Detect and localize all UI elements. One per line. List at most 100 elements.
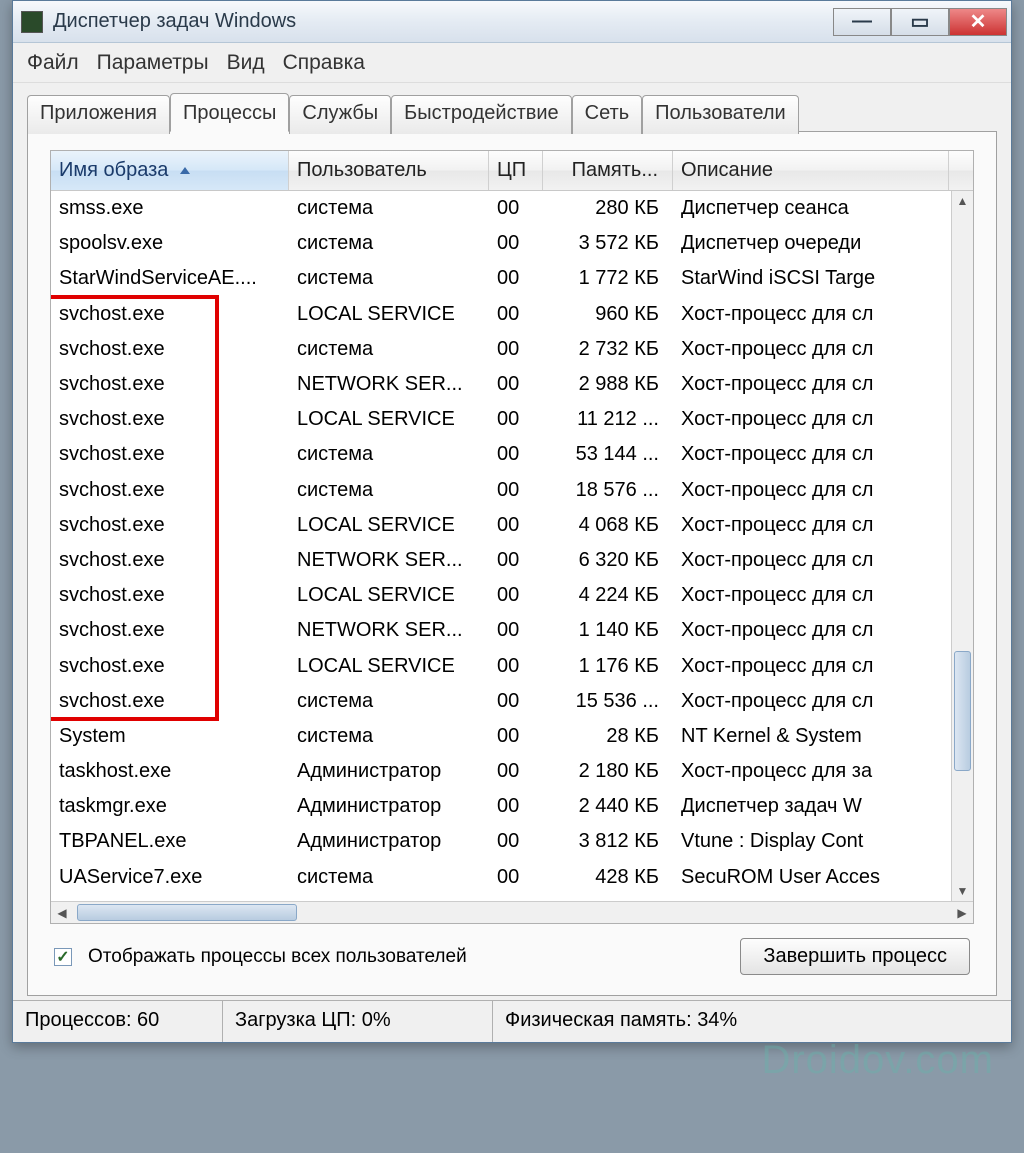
cell-user: система <box>289 866 489 889</box>
cell-memory: 15 536 ... <box>543 690 673 713</box>
cell-description: Vtune : Display Cont <box>673 830 949 853</box>
cell-memory: 53 144 ... <box>543 443 673 466</box>
vertical-scrollbar[interactable]: ▲ ▼ <box>951 191 973 901</box>
column-header-user[interactable]: Пользователь <box>289 151 489 190</box>
status-processes: Процессов: 60 <box>13 1001 223 1042</box>
table-body: ▲ ▼ smss.exeсистема00280 КБДиспетчер сеа… <box>51 191 973 901</box>
cell-user: система <box>289 197 489 220</box>
cell-description: Хост-процесс для сл <box>673 584 949 607</box>
cell-cpu: 00 <box>489 549 543 572</box>
maximize-button[interactable]: ▭ <box>891 8 949 36</box>
vertical-scroll-thumb[interactable] <box>954 651 971 771</box>
scroll-left-icon[interactable]: ◀ <box>51 906 73 920</box>
cell-description: Хост-процесс для сл <box>673 338 949 361</box>
table-row[interactable]: UAService7.exeсистема00428 КБSecuROM Use… <box>51 860 973 895</box>
cell-description: Хост-процесс для сл <box>673 373 949 396</box>
close-button[interactable]: ✕ <box>949 8 1007 36</box>
scroll-up-icon[interactable]: ▲ <box>952 191 973 211</box>
menubar: Файл Параметры Вид Справка <box>13 43 1011 83</box>
table-row[interactable]: svchost.exeсистема0053 144 ...Хост-проце… <box>51 437 973 472</box>
menu-options[interactable]: Параметры <box>97 51 209 75</box>
cell-description: StarWind iSCSI Targe <box>673 267 949 290</box>
horizontal-scroll-thumb[interactable] <box>77 904 297 921</box>
tab-applications[interactable]: Приложения <box>27 95 170 134</box>
cell-memory: 11 212 ... <box>543 408 673 431</box>
column-header-memory[interactable]: Память... <box>543 151 673 190</box>
table-row[interactable]: taskmgr.exeАдминистратор002 440 КБДиспет… <box>51 789 973 824</box>
menu-file[interactable]: Файл <box>27 51 79 75</box>
end-process-button[interactable]: Завершить процесс <box>740 938 970 975</box>
cell-memory: 18 576 ... <box>543 479 673 502</box>
cell-cpu: 00 <box>489 795 543 818</box>
cell-name: System <box>51 725 289 748</box>
sort-ascending-icon <box>180 167 190 174</box>
table-row[interactable]: svchost.exeLOCAL SERVICE004 068 КБХост-п… <box>51 508 973 543</box>
scroll-right-icon[interactable]: ▶ <box>951 906 973 920</box>
cell-cpu: 00 <box>489 479 543 502</box>
cell-memory: 4 224 КБ <box>543 584 673 607</box>
cell-user: система <box>289 267 489 290</box>
cell-cpu: 00 <box>489 830 543 853</box>
menu-view[interactable]: Вид <box>227 51 265 75</box>
column-header-cpu[interactable]: ЦП <box>489 151 543 190</box>
column-header-name-label: Имя образа <box>59 159 168 181</box>
status-memory: Физическая память: 34% <box>493 1001 1011 1042</box>
cell-name: svchost.exe <box>51 655 289 678</box>
cell-memory: 2 440 КБ <box>543 795 673 818</box>
table-row[interactable]: svchost.exeLOCAL SERVICE001 176 КБХост-п… <box>51 648 973 683</box>
table-row[interactable]: svchost.exeLOCAL SERVICE00960 КБХост-про… <box>51 297 973 332</box>
cell-memory: 4 068 КБ <box>543 514 673 537</box>
tab-processes[interactable]: Процессы <box>170 93 289 132</box>
minimize-button[interactable]: — <box>833 8 891 36</box>
cell-cpu: 00 <box>489 373 543 396</box>
table-row[interactable]: Systemсистема0028 КБNT Kernel & System <box>51 719 973 754</box>
tab-services[interactable]: Службы <box>289 95 391 134</box>
cell-cpu: 00 <box>489 655 543 678</box>
window-controls: — ▭ ✕ <box>833 8 1007 36</box>
table-row[interactable]: taskhost.exeАдминистратор002 180 КБХост-… <box>51 754 973 789</box>
horizontal-scrollbar[interactable]: ◀ ▶ <box>51 901 973 923</box>
status-cpu: Загрузка ЦП: 0% <box>223 1001 493 1042</box>
cell-memory: 1 176 КБ <box>543 655 673 678</box>
cell-description: NT Kernel & System <box>673 725 949 748</box>
tab-users[interactable]: Пользователи <box>642 95 799 134</box>
cell-name: svchost.exe <box>51 443 289 466</box>
cell-cpu: 00 <box>489 584 543 607</box>
cell-name: svchost.exe <box>51 549 289 572</box>
cell-user: NETWORK SER... <box>289 373 489 396</box>
tab-networking[interactable]: Сеть <box>572 95 642 134</box>
cell-memory: 2 988 КБ <box>543 373 673 396</box>
process-table: Имя образа Пользователь ЦП Память... Опи… <box>50 150 974 924</box>
tab-performance[interactable]: Быстродействие <box>391 95 572 134</box>
column-header-spacer <box>949 151 973 190</box>
table-row[interactable]: svchost.exeсистема0018 576 ...Хост-проце… <box>51 473 973 508</box>
horizontal-scroll-track[interactable] <box>73 902 951 923</box>
table-row[interactable]: svchost.exeсистема002 732 КБХост-процесс… <box>51 332 973 367</box>
menu-help[interactable]: Справка <box>283 51 365 75</box>
table-row[interactable]: svchost.exeLOCAL SERVICE004 224 КБХост-п… <box>51 578 973 613</box>
table-row[interactable]: svchost.exeNETWORK SER...002 988 КБХост-… <box>51 367 973 402</box>
cell-name: StarWindServiceAE.... <box>51 267 289 290</box>
cell-memory: 1 140 КБ <box>543 619 673 642</box>
show-all-users-checkbox[interactable]: ✓ <box>54 948 72 966</box>
cell-description: Диспетчер задач W <box>673 795 949 818</box>
cell-description: Хост-процесс для сл <box>673 619 949 642</box>
cell-description: Хост-процесс для сл <box>673 408 949 431</box>
column-header-name[interactable]: Имя образа <box>51 151 289 190</box>
cell-memory: 428 КБ <box>543 866 673 889</box>
table-row[interactable]: spoolsv.exeсистема003 572 КБДиспетчер оч… <box>51 226 973 261</box>
watermark: Droidov.com <box>761 1038 994 1083</box>
tabstrip: Приложения Процессы Службы Быстродействи… <box>27 93 997 132</box>
cell-memory: 2 732 КБ <box>543 338 673 361</box>
table-row[interactable]: svchost.exeNETWORK SER...001 140 КБХост-… <box>51 613 973 648</box>
table-row[interactable]: svchost.exeсистема0015 536 ...Хост-проце… <box>51 684 973 719</box>
scroll-down-icon[interactable]: ▼ <box>952 881 973 901</box>
table-row[interactable]: StarWindServiceAE....система001 772 КБSt… <box>51 261 973 296</box>
table-row[interactable]: svchost.exeNETWORK SER...006 320 КБХост-… <box>51 543 973 578</box>
titlebar[interactable]: Диспетчер задач Windows — ▭ ✕ <box>13 1 1011 43</box>
table-row[interactable]: TBPANEL.exeАдминистратор003 812 КБVtune … <box>51 824 973 859</box>
table-row[interactable]: smss.exeсистема00280 КБДиспетчер сеанса <box>51 191 973 226</box>
task-manager-window: Диспетчер задач Windows — ▭ ✕ Файл Парам… <box>12 0 1012 1043</box>
table-row[interactable]: svchost.exeLOCAL SERVICE0011 212 ...Хост… <box>51 402 973 437</box>
column-header-description[interactable]: Описание <box>673 151 949 190</box>
